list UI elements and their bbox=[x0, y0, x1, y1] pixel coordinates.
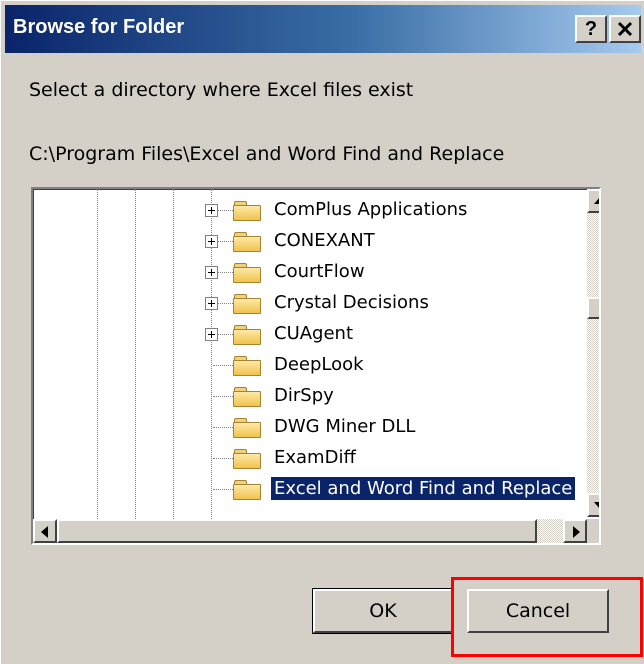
horizontal-scrollbar[interactable] bbox=[33, 519, 587, 543]
expand-plus-icon[interactable] bbox=[205, 235, 218, 248]
tree-item-label: DeepLook bbox=[274, 354, 364, 375]
tree-connector-line bbox=[213, 396, 235, 397]
expand-plus-icon[interactable] bbox=[205, 328, 218, 341]
instruction-text: Select a directory where Excel files exi… bbox=[29, 79, 414, 101]
tree-item-label: Excel and Word Find and Replace bbox=[269, 476, 577, 501]
folder-icon bbox=[233, 449, 263, 469]
tree-item[interactable]: CONEXANT bbox=[33, 226, 593, 257]
scroll-left-button[interactable] bbox=[33, 519, 57, 543]
vertical-scroll-thumb[interactable] bbox=[587, 297, 599, 319]
close-icon bbox=[617, 21, 633, 37]
folder-tree[interactable]: ComPlus Applications CONEXANT CourtFlow Cry… bbox=[31, 187, 601, 545]
tree-item[interactable]: Excel and Word Find and Replace bbox=[33, 474, 593, 505]
folder-icon bbox=[233, 418, 263, 438]
tree-connector-line bbox=[213, 458, 235, 459]
tree-item[interactable]: DeepLook bbox=[33, 350, 593, 381]
arrow-up-icon bbox=[594, 197, 599, 204]
tree-item[interactable]: DirSpy bbox=[33, 381, 593, 412]
close-button[interactable] bbox=[609, 15, 641, 43]
tree-item-label: CourtFlow bbox=[274, 261, 365, 282]
folder-icon bbox=[233, 232, 263, 252]
tree-item-label: ExamDiff bbox=[274, 447, 356, 468]
tree-item-label: ComPlus Applications bbox=[274, 199, 468, 220]
folder-icon bbox=[233, 201, 263, 221]
annotation-highlight-box bbox=[451, 577, 643, 657]
arrow-right-icon bbox=[573, 526, 580, 538]
tree-item-label: CONEXANT bbox=[274, 230, 375, 251]
vertical-scrollbar[interactable] bbox=[587, 189, 599, 517]
tree-connector-line bbox=[213, 365, 235, 366]
arrow-down-icon bbox=[594, 502, 599, 509]
folder-icon bbox=[233, 325, 263, 345]
horizontal-scroll-thumb[interactable] bbox=[57, 519, 537, 543]
ok-button[interactable]: OK bbox=[313, 589, 453, 633]
tree-item[interactable]: ComPlus Applications bbox=[33, 195, 593, 226]
scroll-down-button[interactable] bbox=[587, 493, 599, 517]
expand-plus-icon[interactable] bbox=[205, 266, 218, 279]
scroll-right-button[interactable] bbox=[563, 519, 587, 543]
folder-icon bbox=[233, 480, 263, 500]
tree-item[interactable]: ExamDiff bbox=[33, 443, 593, 474]
tree-item[interactable]: Crystal Decisions bbox=[33, 288, 593, 319]
window-title: Browse for Folder bbox=[13, 16, 185, 38]
arrow-left-icon bbox=[41, 526, 48, 538]
tree-item[interactable]: CourtFlow bbox=[33, 257, 593, 288]
browse-for-folder-dialog: Browse for Folder ? Select a directory w… bbox=[0, 0, 644, 664]
scroll-up-button[interactable] bbox=[587, 189, 599, 213]
scrollbar-corner bbox=[587, 519, 599, 543]
selected-path-text: C:\Program Files\Excel and Word Find and… bbox=[29, 143, 505, 165]
expand-plus-icon[interactable] bbox=[205, 204, 218, 217]
tree-item-label: Crystal Decisions bbox=[274, 292, 429, 313]
tree-item-label: CUAgent bbox=[274, 323, 354, 344]
help-button[interactable]: ? bbox=[575, 15, 607, 43]
tree-item[interactable]: DWG Miner DLL bbox=[33, 412, 593, 443]
folder-icon bbox=[233, 294, 263, 314]
tree-item-label: DirSpy bbox=[274, 385, 334, 406]
folder-icon bbox=[233, 356, 263, 376]
title-bar[interactable]: Browse for Folder ? bbox=[5, 5, 641, 53]
folder-icon bbox=[233, 263, 263, 283]
tree-connector-line bbox=[213, 427, 235, 428]
tree-item[interactable]: CUAgent bbox=[33, 319, 593, 350]
folder-icon bbox=[233, 387, 263, 407]
tree-connector-line bbox=[213, 489, 235, 490]
expand-plus-icon[interactable] bbox=[205, 297, 218, 310]
tree-item-label: DWG Miner DLL bbox=[274, 416, 416, 437]
